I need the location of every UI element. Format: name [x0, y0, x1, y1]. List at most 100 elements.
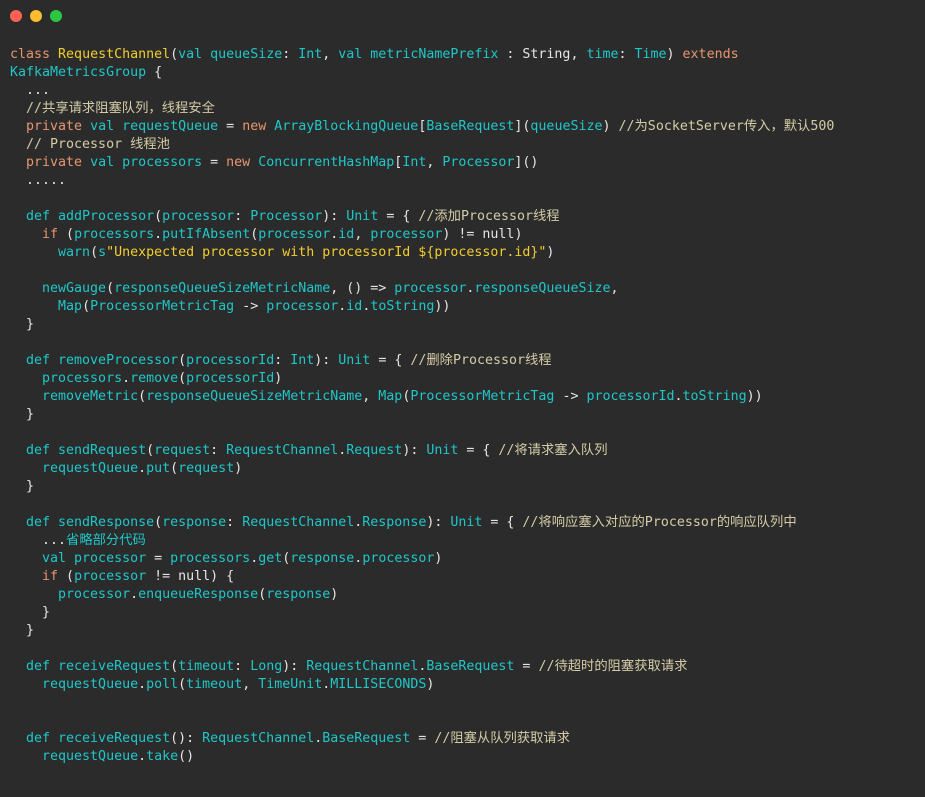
window-controls: [10, 10, 62, 22]
code-token: def removeProcessor: [10, 353, 179, 368]
code-token: :: [234, 209, 251, 224]
code-token: RequestChannel: [226, 443, 339, 458]
code-token: ConcurrentHashMap: [258, 155, 395, 170]
code-token: response: [290, 551, 355, 566]
code-token: ,: [426, 155, 443, 170]
code-token: .: [130, 587, 139, 602]
code-line: }: [10, 604, 834, 622]
code-token: id: [338, 227, 355, 242]
code-line: ...: [10, 82, 834, 100]
code-token: Int: [298, 47, 323, 62]
code-token: toString: [682, 389, 747, 404]
code-token: ): [426, 677, 435, 692]
code-token: :: [274, 353, 291, 368]
code-token: queueSize: [530, 119, 603, 134]
code-token: //删除Processor线程: [410, 353, 552, 368]
maximize-window-button[interactable]: [50, 10, 62, 22]
code-token: (: [170, 659, 179, 674]
code-block: class RequestChannel ( val queueSize: Int,…: [10, 46, 834, 766]
code-token: TimeUnit: [258, 677, 323, 692]
code-token: //阻塞从队列获取请求: [434, 731, 571, 746]
code-token: responseQueueSize: [474, 281, 611, 296]
code-token: Unit: [338, 353, 371, 368]
code-token: //将请求塞入队列: [498, 443, 608, 458]
code-token: poll: [146, 677, 179, 692]
code-token: = {: [370, 353, 411, 368]
code-token: private: [10, 155, 91, 170]
code-token: ProcessorMetricTag: [90, 299, 235, 314]
code-token: :: [226, 515, 243, 530]
code-token: (: [178, 677, 187, 692]
code-token: RequestChannel: [242, 515, 355, 530]
code-token: = {: [458, 443, 499, 458]
code-token: 省略部分代码: [66, 533, 146, 548]
code-token: timeout: [178, 659, 235, 674]
code-token: :: [210, 443, 227, 458]
code-token: Response: [362, 515, 427, 530]
code-token: )): [746, 389, 763, 404]
code-token: .: [122, 371, 131, 386]
code-token: != null) {: [146, 569, 235, 584]
code-token: get: [258, 551, 283, 566]
code-token: Processor: [442, 155, 515, 170]
code-token: BaseRequest: [322, 731, 411, 746]
code-token: (: [146, 443, 155, 458]
code-token: take: [146, 749, 179, 764]
code-token: if: [10, 227, 67, 242]
code-token: (: [178, 353, 187, 368]
code-token: new: [242, 119, 275, 134]
code-line: def sendResponse(response: RequestChanne…: [10, 514, 834, 532]
code-line: private val processors = new ConcurrentH…: [10, 154, 834, 172]
code-token: }: [10, 407, 35, 422]
code-token: def receiveRequest: [10, 659, 171, 674]
code-token: ): [666, 47, 683, 62]
code-token: ):: [322, 209, 347, 224]
close-window-button[interactable]: [10, 10, 22, 22]
code-token: Map: [378, 389, 403, 404]
code-token: warn: [10, 245, 91, 260]
code-token: RequestChannel: [306, 659, 419, 674]
code-token: =: [514, 659, 539, 674]
code-token: (: [154, 209, 163, 224]
code-line: Map(ProcessorMetricTag -> processor.id.t…: [10, 298, 834, 316]
code-token: ):: [426, 515, 451, 530]
code-token: ):: [314, 353, 339, 368]
code-token: if: [10, 569, 67, 584]
code-line: warn(s"Unexpected processor with process…: [10, 244, 834, 262]
code-token: ): [546, 245, 555, 260]
code-token: processor: [74, 569, 147, 584]
code-token: Int: [290, 353, 315, 368]
code-token: class: [10, 47, 59, 62]
code-token: requestQueue: [10, 749, 139, 764]
minimize-window-button[interactable]: [30, 10, 42, 22]
code-line: requestQueue.poll(timeout, TimeUnit.MILL…: [10, 676, 834, 694]
code-token: val processor: [10, 551, 147, 566]
code-line: val processor = processors.get(response.…: [10, 550, 834, 568]
code-token: .....: [10, 173, 67, 188]
code-token: processor: [162, 209, 235, 224]
code-token: .: [674, 389, 683, 404]
code-token: .: [138, 677, 147, 692]
code-token: =: [410, 731, 435, 746]
code-token: responseQueueSizeMetricName: [114, 281, 331, 296]
code-token: ):: [402, 443, 427, 458]
code-token: =: [146, 551, 171, 566]
code-line: }: [10, 478, 834, 496]
code-token: ,: [362, 389, 379, 404]
code-token: val metricNamePrefix: [338, 47, 499, 62]
code-token: ProcessorMetricTag: [410, 389, 555, 404]
code-token: :: [618, 47, 635, 62]
code-line: def removeProcessor(processorId: Int): U…: [10, 352, 834, 370]
code-line: requestQueue.put(request): [10, 460, 834, 478]
code-token: .: [154, 227, 163, 242]
code-token: Long: [250, 659, 283, 674]
code-token: requestQueue: [10, 677, 139, 692]
code-token: Unit: [450, 515, 483, 530]
code-token: processorId: [186, 353, 275, 368]
code-token: processor: [266, 299, 339, 314]
code-token: }: [10, 623, 35, 638]
code-token: val queueSize: [178, 47, 283, 62]
